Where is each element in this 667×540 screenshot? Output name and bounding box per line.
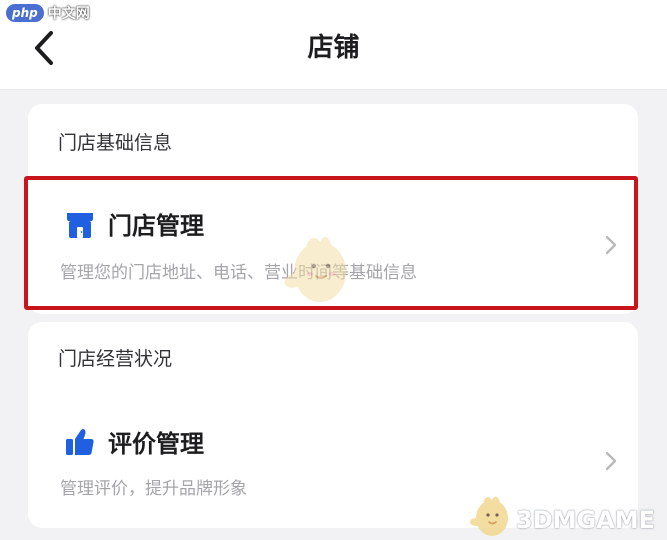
top-nav-bar: php 中文网 店铺 (0, 0, 667, 90)
section-label: 门店经营状况 (58, 348, 173, 370)
item-title: 评价管理 (108, 430, 204, 458)
thumbs-up-icon (64, 426, 96, 458)
section-card-business-status: 门店经营状况 评价管理 管理评价，提升品牌形象 (28, 322, 638, 528)
mascot-logo-icon (470, 496, 508, 536)
watermark-badge: php (6, 4, 44, 22)
watermark-text: 中文网 (47, 6, 90, 22)
section-label: 门店基础信息 (58, 132, 173, 154)
mascot-watermark (284, 236, 346, 302)
review-management-item[interactable]: 评价管理 管理评价，提升品牌形象 (28, 402, 638, 522)
brand-watermark: 3DMGAME (516, 506, 656, 534)
site-watermark: php 中文网 (6, 4, 90, 22)
page-title: 店铺 (307, 33, 360, 63)
item-description: 管理评价，提升品牌形象 (60, 479, 247, 499)
chevron-right-icon (605, 451, 617, 471)
store-page: php 中文网 店铺 门店基础信息 门店管理 管理您的门店地址、电话、营业时间等… (0, 0, 667, 540)
